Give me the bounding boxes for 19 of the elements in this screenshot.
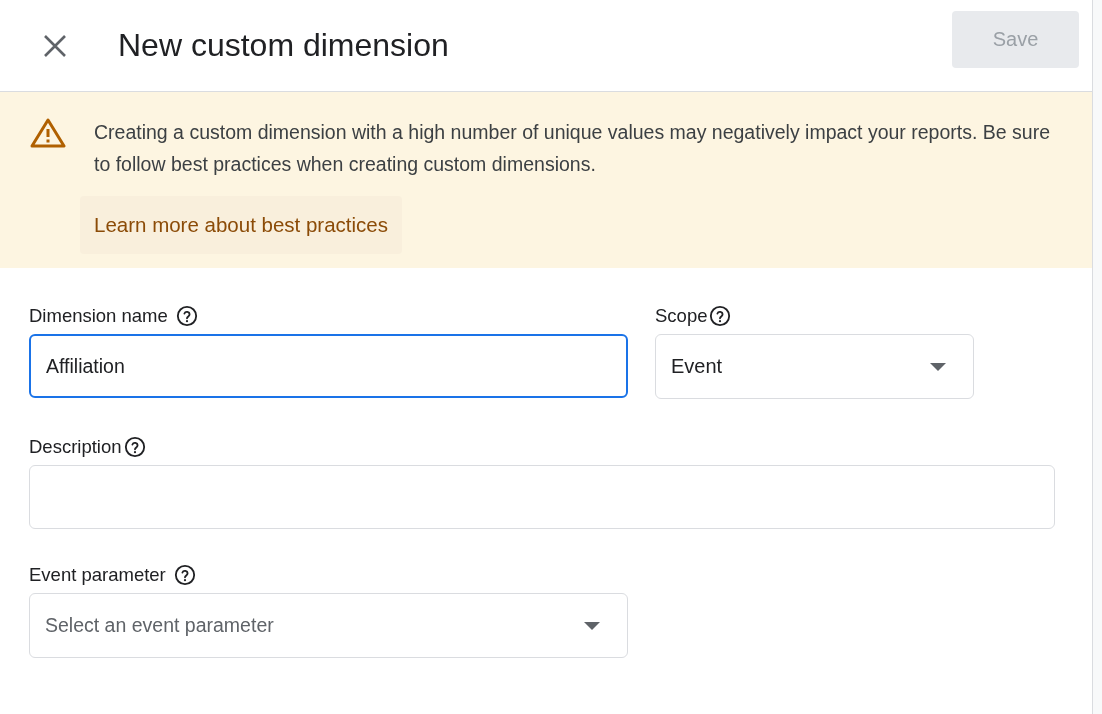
field-label: Event parameter [29,564,166,586]
dimension-name-field[interactable]: Affiliation [29,334,628,398]
field-label: Scope [655,305,708,327]
help-icon[interactable] [709,305,732,327]
help-icon[interactable] [175,305,198,327]
warning-icon [30,118,66,148]
event-parameter-dropdown[interactable]: Select an event parameter [29,593,628,658]
field-label: Dimension name [29,305,168,327]
warning-message: Creating a custom dimension with a high number of unique values may negatively impact your reports. Be sure to follow best practices when creating custom dimensions. [94,120,1051,177]
help-icon[interactable] [173,564,196,586]
caret-icon [584,621,600,630]
learn-more-link[interactable]: Learn more about best practices [80,196,402,254]
scope-dropdown[interactable]: Event [655,334,974,399]
field-label: Description [29,436,122,458]
caret-icon [930,362,946,371]
close-icon [43,33,67,58]
help-icon[interactable] [123,436,146,458]
dialog-title: New custom dimension [118,27,450,64]
description-field[interactable] [29,465,1055,529]
